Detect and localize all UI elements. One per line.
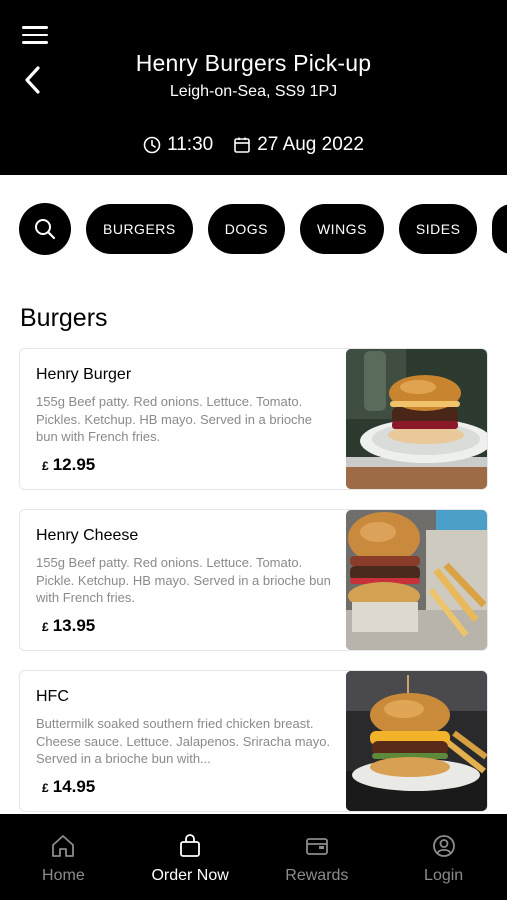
menu-item-name: HFC — [36, 688, 69, 705]
burger-photo — [346, 349, 487, 489]
bottom-navigation: Home Order Now Rewards Login — [0, 814, 507, 900]
page-title: Henry Burgers Pick-up — [135, 50, 372, 76]
calendar-icon — [234, 137, 251, 153]
hamburger-menu-icon[interactable] — [22, 26, 48, 46]
burger-photo — [346, 671, 487, 811]
bag-icon — [180, 834, 201, 857]
menu-item-card[interactable]: Henry Cheese 155g Beef patty. Red onions… — [19, 509, 488, 651]
nav-rewards-label: Rewards — [285, 867, 349, 884]
category-chip-burgers[interactable]: BURGERS — [86, 204, 193, 254]
menu-item-description: Buttermilk soaked southern fried chicken… — [36, 716, 331, 766]
wallet-icon — [305, 838, 328, 855]
menu-item-price: £ 13.95 — [42, 616, 95, 636]
category-chip-sides[interactable]: SIDES — [398, 204, 478, 254]
menu-item-card[interactable]: HFC Buttermilk soaked southern fried chi… — [19, 670, 488, 812]
menu-item-card[interactable]: Henry Burger 155g Beef patty. Red onions… — [19, 348, 488, 490]
section-title: Burgers — [20, 304, 108, 332]
burger-photo — [346, 510, 487, 650]
clock-icon — [143, 136, 161, 154]
user-icon — [432, 835, 455, 857]
search-button[interactable] — [19, 203, 71, 255]
category-chip-wings[interactable]: WINGS — [299, 204, 384, 254]
nav-rewards[interactable]: Rewards — [254, 814, 381, 900]
nav-order-now-label: Order Now — [151, 867, 229, 884]
currency-symbol: £ — [42, 459, 49, 473]
nav-login-label: Login — [424, 867, 464, 884]
pickup-time-row: 11:30 27 Aug 2022 — [0, 134, 507, 156]
menu-item-price: £ 14.95 — [42, 777, 95, 797]
nav-home[interactable]: Home — [0, 814, 127, 900]
category-chip-more[interactable] — [492, 204, 507, 254]
pickup-time-text: 11:30 — [167, 134, 214, 155]
pickup-time[interactable]: 11:30 — [143, 134, 213, 156]
menu-item-name: Henry Cheese — [36, 527, 139, 544]
home-icon — [52, 835, 75, 857]
menu-item-name: Henry Burger — [36, 366, 132, 383]
price-value: 14.95 — [52, 777, 96, 796]
menu-item-description: 155g Beef patty. Red onions. Lettuce. To… — [36, 555, 331, 605]
category-chips: BURGERS DOGS WINGS SIDES — [0, 203, 507, 255]
location-subtitle: Leigh-on-Sea, SS9 1PJ — [169, 83, 338, 100]
nav-order-now[interactable]: Order Now — [127, 814, 254, 900]
menu-item-price: £ 12.95 — [42, 455, 95, 475]
currency-symbol: £ — [42, 781, 49, 795]
nav-login[interactable]: Login — [380, 814, 507, 900]
price-value: 13.95 — [52, 616, 96, 635]
pickup-date-text: 27 Aug 2022 — [257, 134, 364, 155]
header: Henry Burgers Pick-up Leigh-on-Sea, SS9 … — [0, 0, 507, 175]
pickup-date[interactable]: 27 Aug 2022 — [233, 134, 364, 156]
category-chip-dogs[interactable]: DOGS — [207, 204, 285, 254]
menu-item-description: 155g Beef patty. Red onions. Lettuce. To… — [36, 394, 313, 444]
price-value: 12.95 — [52, 455, 96, 474]
currency-symbol: £ — [42, 620, 49, 634]
nav-home-label: Home — [42, 867, 85, 884]
search-icon — [35, 219, 56, 240]
